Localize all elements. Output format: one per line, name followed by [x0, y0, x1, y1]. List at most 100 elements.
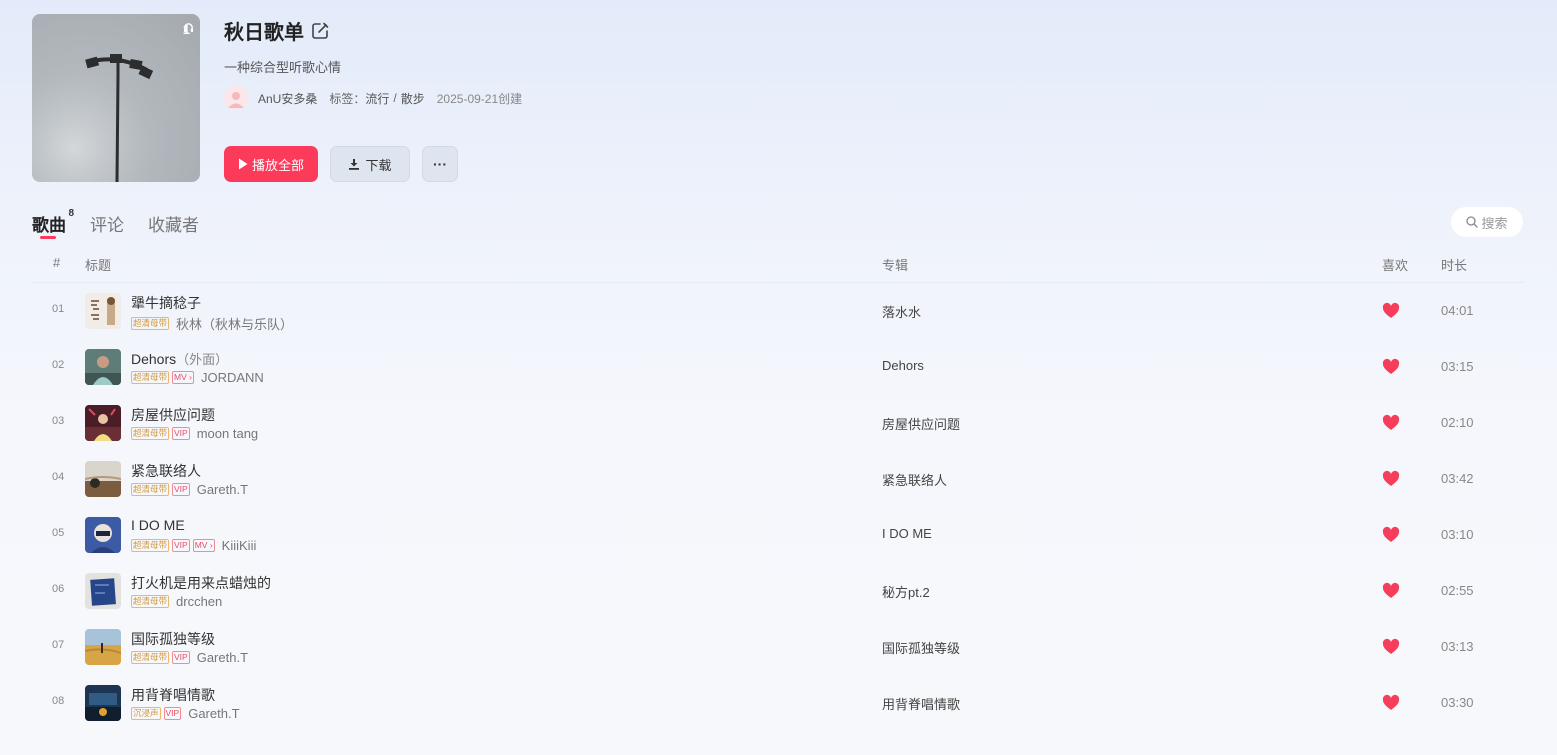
tab-bar: 歌曲 8 评论 收藏者: [32, 208, 199, 239]
play-count: 1: [183, 22, 193, 37]
user-icon: [228, 92, 244, 108]
liked-heart-icon[interactable]: [1382, 582, 1400, 600]
song-meta: 超清母带 VIP MV › KiiiKiii: [131, 538, 256, 553]
col-like: 喜欢: [1382, 258, 1409, 273]
col-album: 专辑: [882, 258, 909, 273]
song-meta: 超清母带 VIP Gareth.T: [131, 650, 248, 665]
track-number: 07: [52, 639, 65, 651]
tag-link[interactable]: 散步: [401, 90, 425, 107]
play-all-button[interactable]: 播放全部: [224, 146, 318, 182]
table-row[interactable]: 07 国际孤独等级 超清母带 VIP Gareth.T 国际孤独等级 03:13: [32, 619, 1524, 675]
song-thumbnail[interactable]: [85, 349, 121, 385]
album-link[interactable]: 紧急联络人: [882, 470, 947, 489]
tab-comments[interactable]: 评论: [90, 211, 124, 236]
track-number: 08: [52, 695, 65, 707]
search-icon: [1466, 216, 1479, 228]
artist-link[interactable]: Gareth.T: [197, 482, 248, 497]
song-thumbnail[interactable]: [85, 517, 121, 553]
album-art-image: [85, 349, 121, 385]
liked-heart-icon[interactable]: [1382, 638, 1400, 656]
quality-badge[interactable]: MV ›: [192, 539, 215, 552]
quality-badge: 超清母带: [131, 595, 170, 608]
album-link[interactable]: 用背脊唱情歌: [882, 694, 960, 713]
search-input[interactable]: 搜索: [1451, 207, 1523, 237]
table-row[interactable]: 04 紧急联络人 超清母带 VIP Gareth.T 紧急联络人 03:42: [32, 451, 1524, 507]
liked-heart-icon[interactable]: [1382, 302, 1400, 320]
song-duration: 03:10: [1441, 527, 1474, 542]
artist-link[interactable]: 秋林（秋林与乐队）: [176, 314, 293, 333]
quality-badge: 超清母带: [131, 483, 170, 496]
song-title[interactable]: 打火机是用来点蜡烛的: [131, 573, 271, 593]
track-number: 06: [52, 583, 65, 595]
song-thumbnail[interactable]: [85, 629, 121, 665]
quality-badge: 沉浸声: [131, 707, 161, 720]
liked-heart-icon[interactable]: [1382, 526, 1400, 544]
edit-icon[interactable]: [310, 21, 330, 41]
song-title[interactable]: I DO ME: [131, 517, 185, 533]
table-row[interactable]: 05 I DO ME 超清母带 VIP MV › KiiiKiii I DO ME 03:10: [32, 507, 1524, 563]
tab-collectors[interactable]: 收藏者: [148, 211, 199, 236]
song-thumbnail[interactable]: [85, 405, 121, 441]
tab-songs[interactable]: 歌曲 8: [32, 208, 74, 239]
song-title[interactable]: 用背脊唱情歌: [131, 685, 215, 705]
artist-link[interactable]: Gareth.T: [188, 706, 239, 721]
liked-heart-icon[interactable]: [1382, 358, 1400, 376]
quality-badge[interactable]: MV ›: [172, 371, 194, 384]
artist-link[interactable]: JORDANN: [201, 370, 264, 385]
table-row[interactable]: 02 Dehors（外面） 超清母带 MV › JORDANN Dehors 03:15: [32, 339, 1524, 395]
song-meta: 沉浸声 VIP Gareth.T: [131, 706, 240, 721]
album-link[interactable]: Dehors: [882, 358, 924, 373]
tags-label: 标签：: [329, 91, 366, 106]
creator-name[interactable]: AnU安多桑: [258, 90, 317, 107]
tag-link[interactable]: 流行: [365, 90, 389, 107]
tab-comments-label: 评论: [90, 216, 124, 235]
song-title-text: 紧急联络人: [131, 463, 201, 479]
quality-badge: 超清母带: [131, 539, 170, 552]
album-link[interactable]: 落水水: [882, 302, 921, 321]
song-thumbnail[interactable]: [85, 573, 121, 609]
created-date: 2025-09-21创建: [436, 91, 523, 106]
artist-link[interactable]: moon tang: [197, 426, 258, 441]
song-meta: 超清母带 VIP Gareth.T: [131, 482, 248, 497]
song-title-text: 用背脊唱情歌: [131, 687, 215, 703]
song-title[interactable]: 国际孤独等级: [131, 629, 215, 649]
download-button[interactable]: 下载: [330, 146, 410, 182]
song-title[interactable]: 房屋供应问题: [131, 405, 215, 425]
song-thumbnail[interactable]: [85, 293, 121, 329]
album-link[interactable]: 房屋供应问题: [882, 414, 960, 433]
song-duration: 02:10: [1441, 415, 1474, 430]
tab-songs-label: 歌曲: [32, 216, 66, 235]
liked-heart-icon[interactable]: [1382, 414, 1400, 432]
song-title[interactable]: Dehors（外面）: [131, 349, 228, 368]
song-subtitle: （外面）: [176, 352, 229, 367]
artist-link[interactable]: Gareth.T: [197, 650, 248, 665]
search-placeholder: 搜索: [1481, 215, 1508, 231]
table-row[interactable]: 08 用背脊唱情歌 沉浸声 VIP Gareth.T 用背脊唱情歌 03:30: [32, 675, 1524, 731]
avatar[interactable]: [224, 86, 248, 110]
song-duration: 04:01: [1441, 303, 1474, 318]
liked-heart-icon[interactable]: [1382, 470, 1400, 488]
liked-heart-icon[interactable]: [1382, 694, 1400, 712]
quality-badge: VIP: [172, 483, 190, 496]
playlist-cover[interactable]: 1: [32, 14, 200, 182]
artist-link[interactable]: drcchen: [176, 594, 222, 609]
album-link[interactable]: 国际孤独等级: [882, 638, 960, 657]
table-row[interactable]: 03 房屋供应问题 超清母带 VIP moon tang 房屋供应问题 02:10: [32, 395, 1524, 451]
album-art-image: [85, 685, 121, 721]
more-button[interactable]: ···: [422, 146, 458, 182]
quality-badge: 超清母带: [131, 371, 170, 384]
quality-badge: VIP: [172, 539, 190, 552]
song-title[interactable]: 紧急联络人: [131, 461, 201, 481]
table-row[interactable]: 01 犟牛摘稔子 超清母带 秋林（秋林与乐队） 落水水 04:01: [32, 283, 1524, 339]
song-thumbnail[interactable]: [85, 461, 121, 497]
artist-link[interactable]: KiiiKiii: [222, 538, 257, 553]
song-meta: 超清母带 drcchen: [131, 594, 222, 609]
track-number: 03: [52, 415, 65, 427]
album-link[interactable]: 秘方pt.2: [882, 582, 930, 601]
song-title-text: I DO ME: [131, 517, 185, 533]
song-title[interactable]: 犟牛摘稔子: [131, 293, 201, 313]
song-duration: 03:13: [1441, 639, 1474, 654]
song-thumbnail[interactable]: [85, 685, 121, 721]
table-row[interactable]: 06 打火机是用来点蜡烛的 超清母带 drcchen 秘方pt.2 02:55: [32, 563, 1524, 619]
album-link[interactable]: I DO ME: [882, 526, 932, 541]
